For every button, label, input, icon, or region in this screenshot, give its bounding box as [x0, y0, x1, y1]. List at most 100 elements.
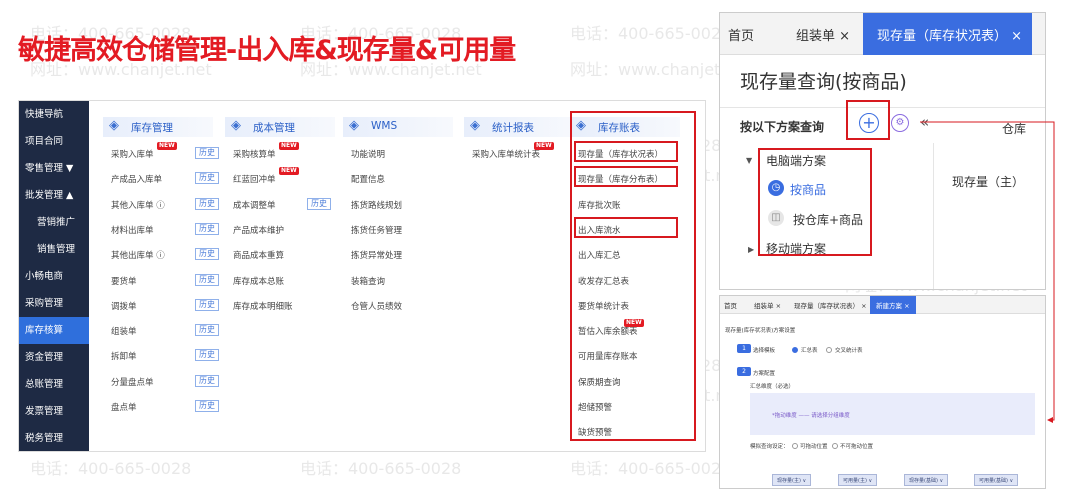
sidebar-item[interactable]: 库存核算 [19, 317, 89, 344]
sidebar-item[interactable]: 资金管理 [19, 344, 89, 371]
column-header: ◈ 库存管理 [103, 117, 213, 137]
qty-main-column: 现存量（主） [952, 175, 1025, 189]
column-header: ◈ 成本管理 [225, 117, 335, 137]
category-icon: ◈ [109, 118, 119, 133]
option-cross: 交叉统计表 [835, 348, 863, 354]
menu-item[interactable]: 采购核算单 [233, 148, 276, 160]
menu-item[interactable]: 装箱查询 [351, 275, 385, 287]
tab-home[interactable]: 首页 [724, 300, 737, 310]
menu-item[interactable]: 红蓝回冲单 [233, 173, 276, 185]
option-summary: 汇总表 [801, 348, 818, 354]
menu-item[interactable]: 产品成本维护 [233, 224, 284, 236]
tab-home[interactable]: 首页 [728, 25, 754, 44]
stock-query-panel: 首页 组装单 × 现存量（库存状况表） × 现存量查询(按商品) 按以下方案查询… [719, 12, 1046, 290]
watermark-text: 电话：400-665-0028 [30, 459, 192, 478]
menu-item[interactable]: 调拨单 [111, 300, 137, 312]
menu-item[interactable]: 库存成本明细账 [233, 300, 293, 312]
menu-item[interactable]: 库存成本总账 [233, 275, 284, 287]
tab-assembly[interactable]: 组装单 × [754, 300, 781, 310]
menu-item[interactable]: 配置信息 [351, 173, 385, 185]
sidebar-item[interactable]: 销售管理 [19, 236, 89, 263]
tab-bar: 首页 组装单 × 现存量（库存状况表） × [720, 13, 1045, 55]
settings-icon[interactable]: ⚙ [891, 114, 909, 132]
menu-item[interactable]: 采购入库单 [111, 148, 154, 160]
history-button[interactable]: 历史 [195, 400, 219, 412]
tab-stock-status[interactable]: 现存量（库存状况表） × [863, 13, 1033, 55]
step2-label: 方案配置 [753, 371, 776, 377]
sidebar-item[interactable]: 营销推广 [19, 209, 89, 236]
tab-assembly[interactable]: 组装单 × [796, 25, 850, 44]
history-button[interactable]: 历史 [195, 349, 219, 362]
sidebar-item[interactable]: 发票管理 [19, 398, 89, 425]
menu-content: ◈ 库存管理 采购入库单 NEW 历史 产成品入库单 历史 其他入库单 ⓘ 历史 材料出库单 历史其… [89, 101, 705, 451]
collapse-icon[interactable]: « [920, 113, 929, 131]
watermark-text: 电话：400-665-0028 [570, 459, 732, 478]
scheme-setup-panel: 首页 组装单 × 现存量（库存状况表） × 新建方案 × 现存量(库存状况表)方… [719, 295, 1046, 489]
history-button[interactable]: 历史 [195, 147, 219, 159]
qty-chip[interactable]: 现存量(基础) ∨ [904, 474, 949, 486]
sidebar-item[interactable]: 采购管理 [19, 290, 89, 317]
column-header: ◈ WMS [343, 117, 453, 137]
menu-item[interactable]: 产成品入库单 [111, 173, 162, 185]
menu-item[interactable]: 盘点单 [111, 401, 137, 413]
radio-draggable[interactable] [792, 443, 798, 449]
sidebar-item[interactable]: 小畅电商 [19, 263, 89, 290]
query-cond-label: 模拟查询设定： [750, 444, 789, 450]
column-header: ◈ 统计报表 [464, 117, 574, 137]
qty-chip[interactable]: 可用量(基础) ∨ [974, 474, 1019, 486]
step-badge: 2 [737, 367, 751, 376]
menu-item[interactable]: 拣货路线规划 [351, 199, 402, 211]
watermark-text: 电话：400-665-0028 [570, 24, 732, 43]
history-button[interactable]: 历史 [195, 197, 219, 210]
history-button[interactable]: 历史 [195, 298, 219, 311]
radio-cross[interactable] [826, 347, 832, 353]
history-button[interactable]: 历史 [195, 374, 219, 387]
menu-item[interactable]: 拣货异常处理 [351, 249, 402, 261]
menu-item[interactable]: 采购入库单统计表 [472, 148, 540, 160]
caret-down-icon[interactable]: ▼ [746, 156, 752, 165]
highlight-box [846, 100, 890, 140]
qty-chip[interactable]: 现存量(主) ∨ [772, 474, 812, 486]
menu-item[interactable]: 成本调整单 [233, 199, 276, 211]
history-button[interactable]: 历史 [195, 172, 219, 185]
sidebar-item[interactable]: 批发管理 ▲ [19, 182, 89, 209]
sidebar-item[interactable]: 零售管理 ▼ [19, 155, 89, 182]
column-header-label: 成本管理 [253, 122, 295, 134]
tab-new-scheme[interactable]: 新建方案 × [870, 296, 916, 314]
summary-dim-label: 汇总维度（必选） [750, 384, 795, 390]
option-fixed: 不可拖动位置 [840, 444, 874, 450]
radio-summary[interactable] [792, 347, 798, 353]
tab-stock-status[interactable]: 现存量（库存状况表） × [794, 300, 867, 310]
menu-item[interactable]: 仓管人员绩效 [351, 300, 402, 312]
sidebar-item[interactable]: 项目合同 [19, 128, 89, 155]
menu-item[interactable]: 商品成本重算 [233, 249, 284, 261]
menu-item[interactable]: 材料出库单 [111, 224, 154, 236]
dimension-drop-area[interactable]: *拖动维度 —— 请选择分组维度 [750, 393, 1035, 435]
drop-hint: *拖动维度 —— 请选择分组维度 [772, 413, 850, 419]
menu-item[interactable]: 要货单 [111, 275, 137, 287]
radio-fixed[interactable] [832, 443, 838, 449]
menu-item[interactable]: 分量盘点单 [111, 376, 154, 388]
sidebar-item[interactable]: 税务管理 [19, 425, 89, 451]
caret-right-icon[interactable]: ▶ [748, 245, 754, 254]
menu-item[interactable]: 其他出库单 ⓘ [111, 249, 165, 261]
menu-item[interactable]: 功能说明 [351, 148, 385, 160]
column-header-label: 统计报表 [492, 122, 534, 134]
menu-item[interactable]: 组装单 [111, 325, 137, 337]
qty-chip[interactable]: 可用量(主) ∨ [838, 474, 878, 486]
menu-item[interactable]: 拣货任务管理 [351, 224, 402, 236]
step-badge: 1 [737, 344, 751, 353]
sidebar-item[interactable]: 快捷导航 [19, 101, 89, 128]
history-button[interactable]: 历史 [195, 273, 219, 286]
menu-item[interactable]: 其他入库单 ⓘ [111, 199, 165, 211]
query-scheme-label: 按以下方案查询 [740, 120, 825, 134]
divider [933, 143, 934, 289]
history-button[interactable]: 历史 [195, 222, 219, 235]
history-button[interactable]: 历史 [195, 324, 219, 337]
history-button[interactable]: 历史 [307, 197, 331, 210]
history-button[interactable]: 历史 [195, 248, 219, 261]
highlight-box [570, 111, 696, 441]
page-title: 敏捷高效仓储管理-出入库&现存量&可用量 [18, 35, 516, 66]
menu-item[interactable]: 拆卸单 [111, 350, 137, 362]
sidebar-item[interactable]: 总账管理 [19, 371, 89, 398]
